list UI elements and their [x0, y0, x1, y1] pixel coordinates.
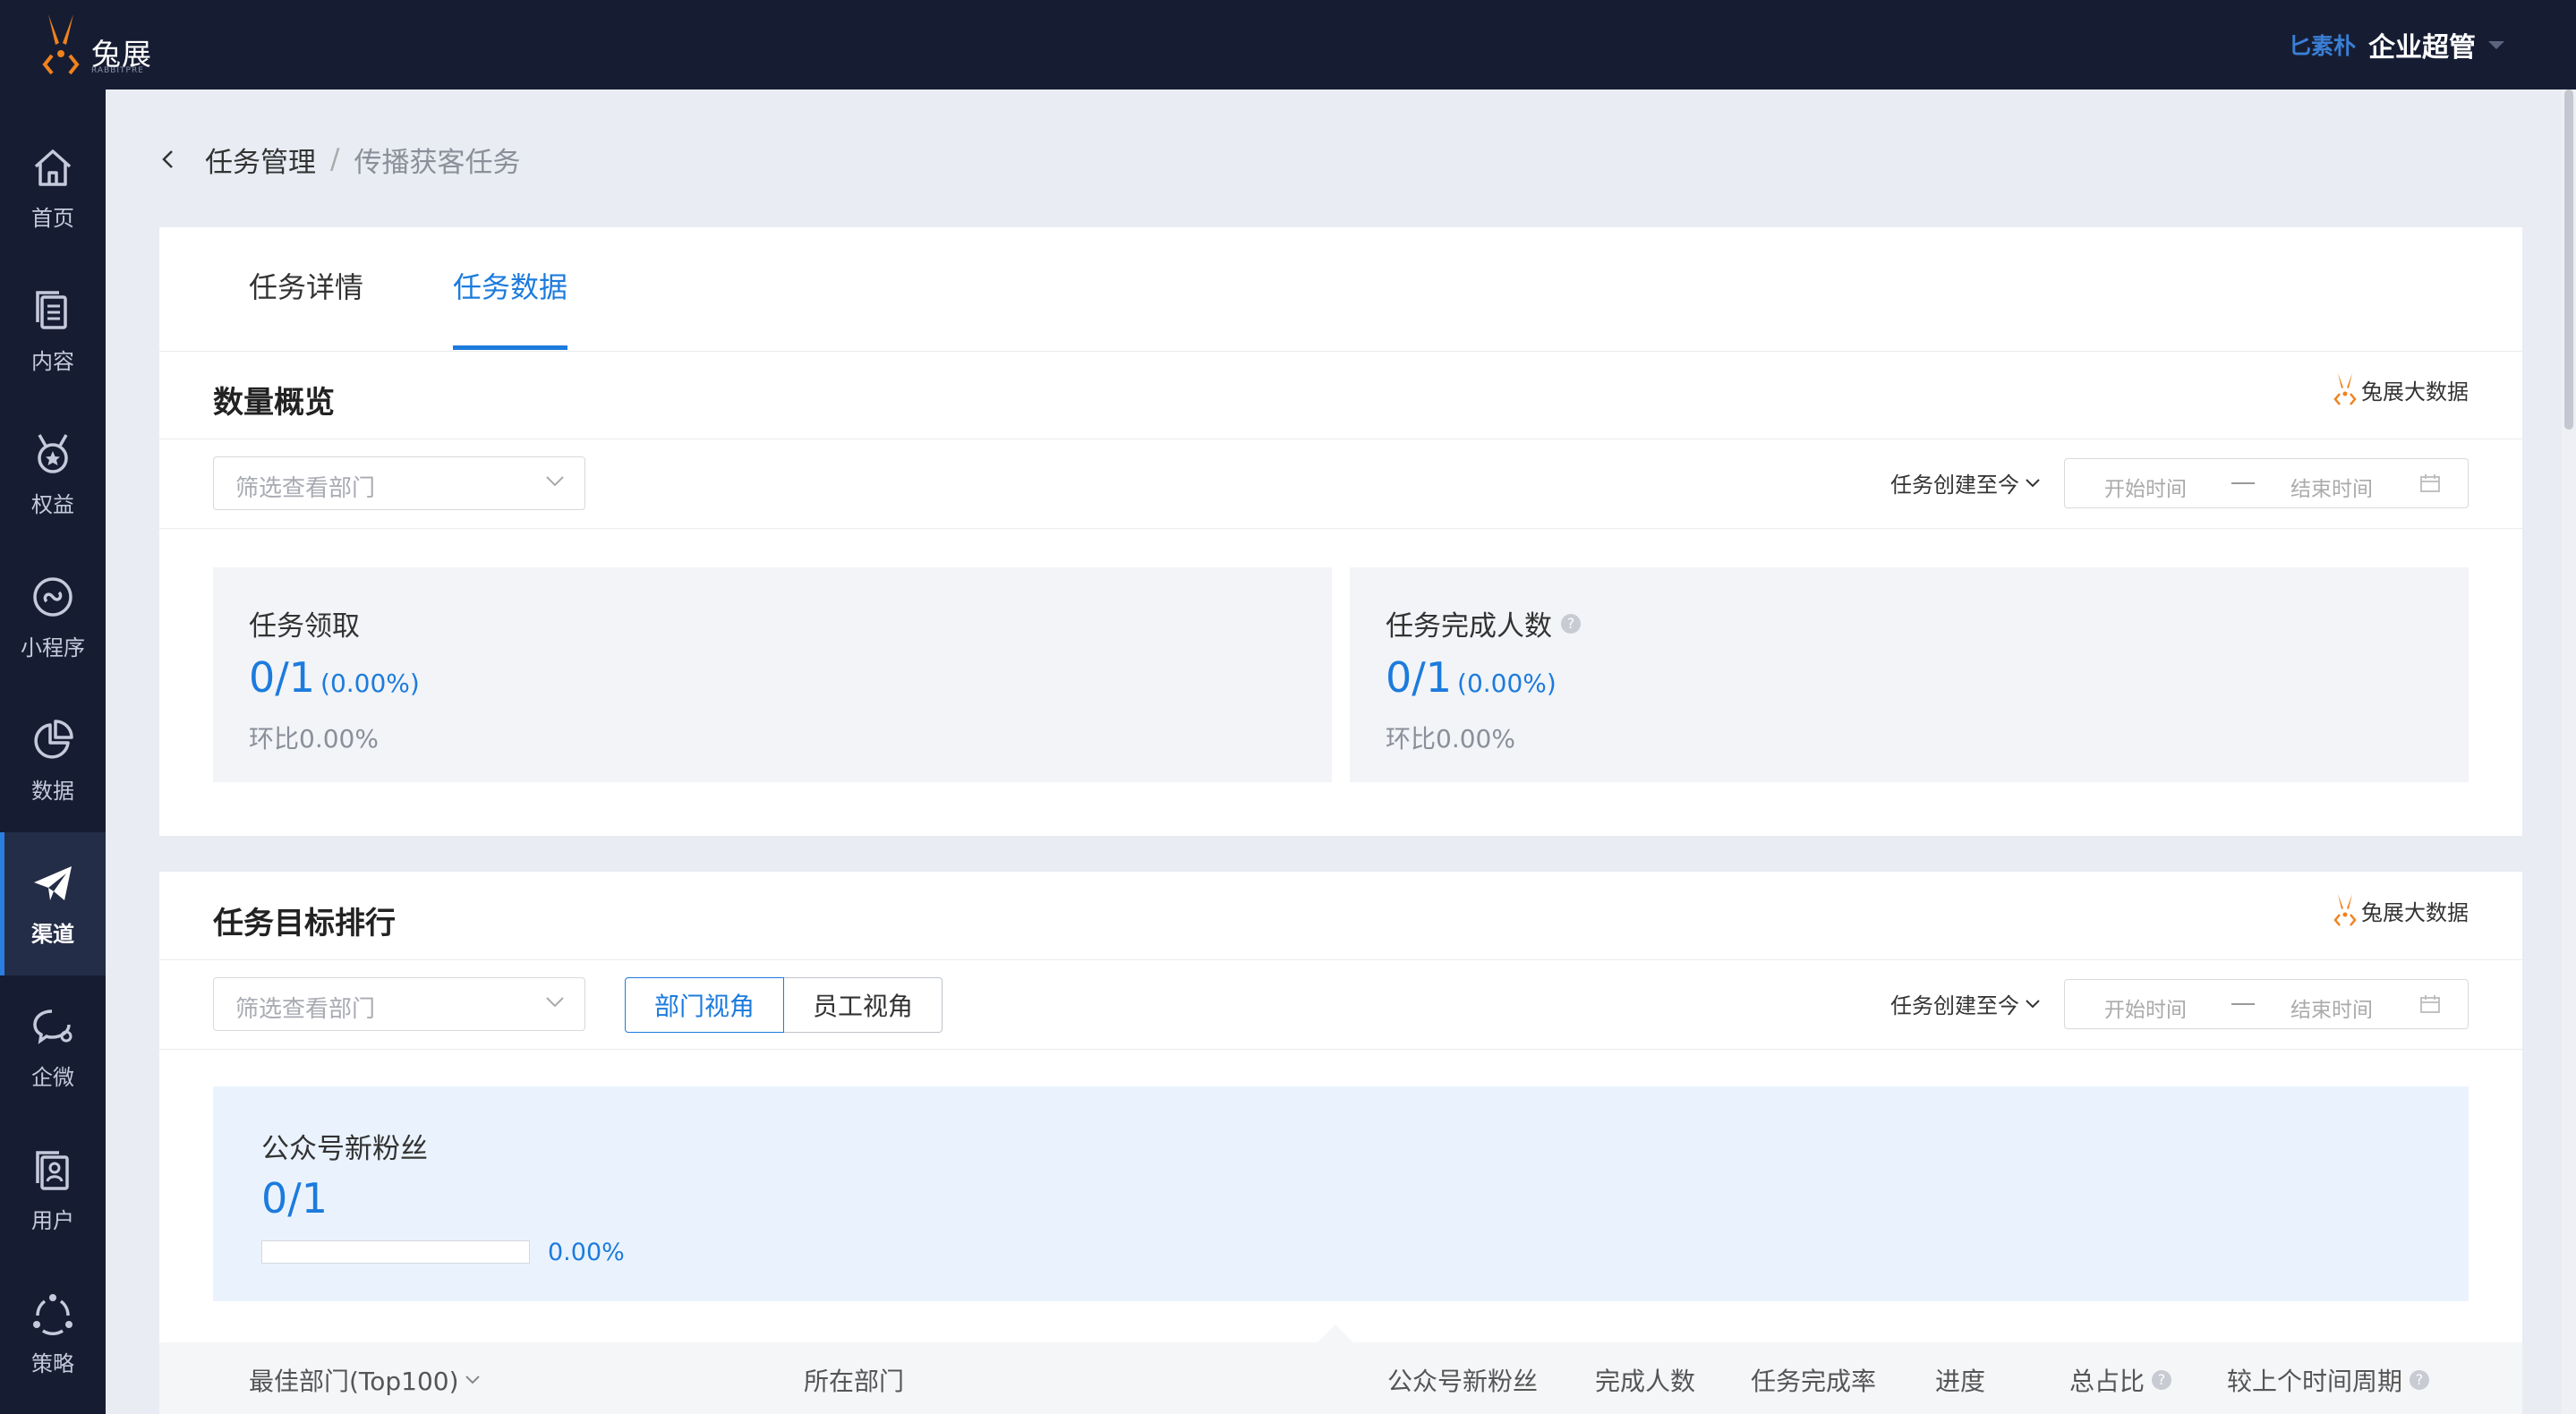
strategy-icon	[33, 1293, 73, 1335]
help-icon[interactable]: ?	[1561, 613, 1581, 634]
stat-value: 0/1 (0.00%)	[1386, 653, 1557, 702]
user-menu[interactable]: 匕素朴 企业超管	[2289, 25, 2504, 64]
rabbit-logo-icon	[42, 14, 80, 75]
sidebar-item-content[interactable]: 内容	[0, 260, 106, 403]
sidebar-item-wecom[interactable]: 企微	[0, 975, 106, 1119]
start-date-input[interactable]: 开始时间	[2104, 992, 2187, 1023]
top-bar: 兔展 RABBITPRE 匕素朴 企业超管	[0, 0, 2576, 89]
section-title: 数量概览	[213, 385, 335, 421]
column-completed-count[interactable]: 完成人数	[1595, 1362, 1695, 1398]
ranking-header: 任务目标排行 兔展大数据	[159, 872, 2522, 960]
rabbit-logo-icon	[2333, 373, 2357, 405]
help-icon[interactable]: ?	[2152, 1370, 2172, 1390]
date-range-picker[interactable]: 开始时间 结束时间	[2064, 458, 2469, 508]
overview-header: 数量概览 兔展大数据	[159, 351, 2522, 439]
range-preset-dropdown[interactable]: 任务创建至今	[1890, 467, 2041, 498]
paper-plane-icon	[34, 865, 72, 900]
user-card-icon	[36, 1150, 69, 1190]
sidebar: 首页 内容 权益 小程序 数据 渠道 企微 用户 策略	[0, 89, 106, 1414]
column-total-share: 总占比?	[2069, 1362, 2172, 1398]
stat-card-task-claimed: 任务领取 0/1 (0.00%) 环比0.00%	[213, 567, 1332, 782]
mini-program-icon	[33, 576, 73, 617]
calendar-icon	[2420, 995, 2440, 1013]
start-date-input[interactable]: 开始时间	[2104, 472, 2187, 502]
sidebar-item-benefits[interactable]: 权益	[0, 403, 106, 546]
goal-card-new-followers: 公众号新粉丝 0/1 0.00%	[213, 1086, 2469, 1301]
column-new-followers[interactable]: 公众号新粉丝	[1387, 1362, 1538, 1398]
department-select[interactable]: 筛选查看部门	[213, 456, 585, 510]
ranking-table-header: 最佳部门(Top100) 所在部门 公众号新粉丝 完成人数 任务完成率 进度 总…	[159, 1325, 2522, 1414]
end-date-input[interactable]: 结束时间	[2290, 472, 2373, 502]
sidebar-item-data[interactable]: 数据	[0, 689, 106, 832]
stat-label: 任务完成人数?	[1386, 603, 1581, 643]
brand-tag: 兔展大数据	[2333, 372, 2469, 406]
caret-down-icon	[2488, 40, 2504, 49]
column-completion-rate[interactable]: 任务完成率	[1751, 1362, 1876, 1398]
overview-filter-row: 筛选查看部门 任务创建至今 开始时间 结束时间	[159, 439, 2522, 529]
view-toggle: 部门视角 员工视角	[625, 977, 943, 1033]
goal-progress-bar	[261, 1240, 530, 1264]
ranking-filter-row: 筛选查看部门 部门视角 员工视角 任务创建至今 开始时间 结束时间	[159, 959, 2522, 1050]
chevron-down-icon	[546, 997, 564, 1008]
department-view-button[interactable]: 部门视角	[625, 977, 785, 1033]
chevron-down-icon	[546, 476, 564, 487]
medal-icon	[38, 433, 68, 473]
chevron-down-icon	[465, 1376, 480, 1384]
column-best-department[interactable]: 最佳部门(Top100)	[249, 1362, 481, 1398]
sidebar-item-mini-program[interactable]: 小程序	[0, 546, 106, 689]
end-date-input[interactable]: 结束时间	[2290, 992, 2373, 1023]
pointer-caret	[1318, 1325, 1353, 1342]
date-range-picker[interactable]: 开始时间 结束时间	[2064, 979, 2469, 1029]
overview-card: 任务详情 任务数据 数量概览 兔展大数据 筛选查看部门 任务创建至今 开始时间 …	[159, 227, 2522, 836]
goal-label: 公众号新粉丝	[261, 1133, 428, 1165]
stat-ratio: 环比0.00%	[249, 724, 379, 754]
chat-bubble-icon	[33, 1009, 73, 1044]
range-separator	[2231, 1003, 2255, 1005]
brand-tag: 兔展大数据	[2333, 893, 2469, 927]
logo-subtext: RABBITPRE	[91, 66, 144, 75]
tab-bar: 任务详情 任务数据	[159, 227, 2522, 352]
home-icon	[34, 149, 72, 186]
column-period-compare: 较上个时间周期?	[2227, 1362, 2430, 1398]
range-separator	[2231, 482, 2255, 484]
tab-task-data[interactable]: 任务数据	[453, 265, 567, 306]
active-tab-indicator	[453, 345, 567, 350]
tab-task-details[interactable]: 任务详情	[249, 265, 363, 306]
column-department: 所在部门	[804, 1367, 905, 1396]
ranking-card: 任务目标排行 兔展大数据 筛选查看部门 部门视角 员工视角 任务创建至今 开始时…	[159, 872, 2522, 1414]
chevron-down-icon	[2026, 478, 2040, 487]
stat-label: 任务领取	[249, 610, 360, 643]
calendar-icon	[2420, 474, 2440, 492]
stat-ratio: 环比0.00%	[1386, 724, 1515, 754]
app-logo[interactable]: 兔展 RABBITPRE	[39, 13, 165, 79]
column-progress: 进度	[1935, 1367, 1986, 1396]
scrollbar-thumb[interactable]	[2564, 89, 2573, 430]
breadcrumb-separator: /	[330, 143, 340, 175]
pie-chart-icon	[34, 719, 73, 759]
breadcrumb: 任务管理 / 传播获客任务	[157, 139, 520, 180]
goal-value: 0/1	[261, 1174, 328, 1222]
help-icon[interactable]: ?	[2410, 1370, 2430, 1390]
employee-view-button[interactable]: 员工视角	[784, 977, 943, 1033]
breadcrumb-parent[interactable]: 任务管理	[205, 140, 316, 180]
breadcrumb-current: 传播获客任务	[354, 146, 521, 179]
company-logo: 匕素朴	[2288, 33, 2356, 59]
rabbit-logo-icon	[2333, 894, 2357, 926]
section-title: 任务目标排行	[213, 906, 396, 941]
back-chevron-icon[interactable]	[157, 148, 180, 171]
chevron-down-icon	[2026, 999, 2040, 1008]
range-preset-dropdown[interactable]: 任务创建至今	[1890, 988, 2041, 1019]
documents-icon	[36, 290, 67, 329]
stat-card-task-completed: 任务完成人数? 0/1 (0.00%) 环比0.00%	[1350, 567, 2469, 782]
sidebar-item-channel[interactable]: 渠道	[0, 832, 106, 975]
sidebar-item-home[interactable]: 首页	[0, 116, 106, 260]
stat-value: 0/1 (0.00%)	[249, 653, 420, 702]
department-select[interactable]: 筛选查看部门	[213, 977, 585, 1031]
sidebar-item-users[interactable]: 用户	[0, 1119, 106, 1262]
sidebar-item-strategy[interactable]: 策略	[0, 1262, 106, 1405]
goal-percentage: 0.00%	[548, 1239, 625, 1266]
user-role: 企业超管	[2368, 32, 2476, 64]
page-scrollbar[interactable]	[2562, 89, 2576, 1414]
